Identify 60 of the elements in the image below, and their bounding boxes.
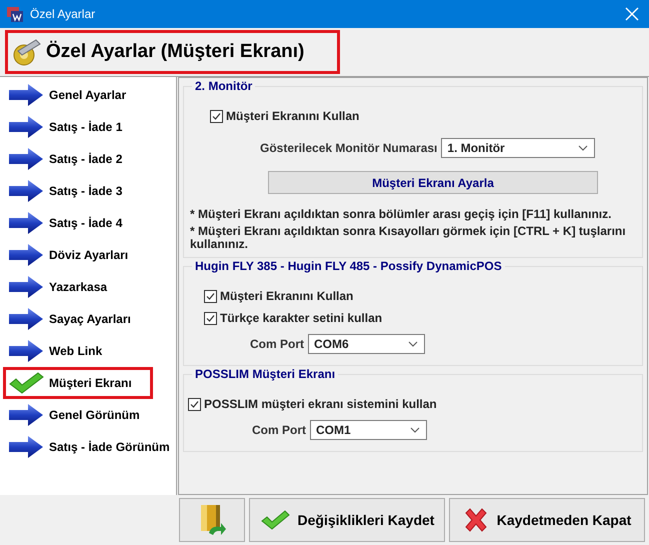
checkbox-label[interactable]: Türkçe karakter setini kullan bbox=[220, 311, 382, 325]
checkbox[interactable] bbox=[210, 110, 223, 122]
field-label: Com Port bbox=[250, 337, 304, 351]
checkmark-icon bbox=[189, 398, 200, 410]
arrow-icon bbox=[8, 339, 44, 363]
dropdown[interactable]: 1. Monitör bbox=[441, 138, 596, 158]
close-icon[interactable] bbox=[625, 7, 639, 21]
dropdown[interactable]: COM1 bbox=[310, 420, 427, 440]
checkmark-icon bbox=[260, 508, 290, 532]
sidebar-item[interactable]: Satış - İade Görünüm bbox=[3, 431, 173, 463]
arrow-icon bbox=[8, 307, 44, 331]
sidebar-item[interactable]: Web Link bbox=[3, 335, 173, 367]
arrow-icon bbox=[8, 179, 44, 203]
close-button[interactable]: Kaydetmeden Kapat bbox=[449, 498, 645, 542]
checkbox-label[interactable]: Müşteri Ekranını Kullan bbox=[220, 289, 354, 303]
cross-icon bbox=[462, 508, 489, 532]
arrow-icon bbox=[8, 115, 44, 139]
arrow-icon bbox=[8, 275, 44, 299]
sidebar-item[interactable]: Genel Görünüm bbox=[3, 399, 173, 431]
arrow-icon bbox=[8, 243, 44, 267]
chevron-down-icon bbox=[408, 341, 418, 347]
sidebar-item[interactable]: Genel Ayarlar bbox=[3, 79, 173, 111]
note-text: * Müşteri Ekranı açıldıktan sonra Kısayolları görmek için [CTRL + K] tuşlarını kullanınız. bbox=[190, 225, 627, 251]
arrow-icon bbox=[8, 147, 44, 171]
arrow-icon bbox=[8, 83, 44, 107]
checkmark-icon bbox=[211, 110, 222, 122]
field-label: Gösterilecek Monitör Numarası bbox=[260, 141, 438, 155]
group-title: Hugin FLY 385 - Hugin FLY 485 - Possify DynamicPOS bbox=[192, 259, 505, 273]
checkbox-label[interactable]: POSSLIM müşteri ekranı sistemini kullan bbox=[204, 397, 437, 411]
sidebar-item[interactable]: Satış - İade 1 bbox=[3, 111, 173, 143]
exit-button[interactable] bbox=[179, 498, 245, 542]
checkbox-label[interactable]: Müşteri Ekranını Kullan bbox=[226, 109, 360, 123]
dropdown[interactable]: COM6 bbox=[308, 334, 425, 354]
arrow-icon bbox=[8, 211, 44, 235]
sidebar-item[interactable]: Sayaç Ayarları bbox=[3, 303, 173, 335]
save-button[interactable]: Değişiklikleri Kaydet bbox=[249, 498, 445, 542]
checkmark-icon bbox=[205, 290, 216, 302]
arrow-icon bbox=[8, 435, 44, 459]
checkmark-icon bbox=[205, 312, 216, 324]
arrow-icon bbox=[8, 403, 44, 427]
adjust-button[interactable]: Müşteri Ekranı Ayarla bbox=[268, 171, 598, 194]
app-icon bbox=[6, 5, 24, 23]
sidebar-item[interactable]: Satış - İade 2 bbox=[3, 143, 173, 175]
window-title: Özel Ayarlar bbox=[30, 7, 96, 21]
field-label: Com Port bbox=[252, 423, 306, 437]
checkbox[interactable] bbox=[204, 312, 217, 324]
page-title: Özel Ayarlar (Müşteri Ekranı) bbox=[46, 41, 304, 63]
sidebar-item[interactable]: Yazarkasa bbox=[3, 271, 173, 303]
sidebar-item[interactable]: Satış - İade 4 bbox=[3, 207, 173, 239]
note-text: * Müşteri Ekranı açıldıktan sonra bölümler arası geçiş için [F11] kullanınız. bbox=[190, 208, 612, 221]
group-title: 2. Monitör bbox=[192, 79, 256, 93]
sidebar-item[interactable]: Döviz Ayarları bbox=[3, 239, 173, 271]
sidebar-item[interactable]: Müşteri Ekranı bbox=[3, 367, 153, 399]
checkbox[interactable] bbox=[204, 290, 217, 302]
group-title: POSSLIM Müşteri Ekranı bbox=[192, 367, 338, 381]
checkbox[interactable] bbox=[188, 398, 201, 410]
chevron-down-icon bbox=[578, 145, 588, 151]
chevron-down-icon bbox=[410, 427, 420, 433]
checkmark-icon bbox=[8, 371, 44, 395]
sidebar-item[interactable]: Satış - İade 3 bbox=[3, 175, 173, 207]
